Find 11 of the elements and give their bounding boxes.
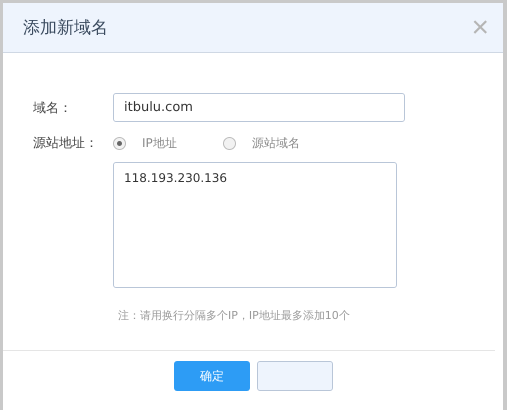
radio-option[interactable]: IP地址 [113, 134, 193, 152]
domain-input[interactable]: itbulu.com [113, 93, 405, 122]
radio-option[interactable]: 源站域名 [223, 134, 303, 152]
ip-textarea[interactable]: 118.193.230.136 [113, 162, 397, 288]
close-button[interactable]: × [467, 12, 493, 42]
cancel-button[interactable] [257, 361, 333, 391]
field-label: 源站地址： [33, 135, 99, 152]
hint-text: 注：请用换行分隔多个IP，IP地址最多添加10个 [118, 308, 351, 323]
confirm-button[interactable]: 确定 [174, 361, 250, 391]
dialog-title: 添加新域名 [23, 17, 108, 39]
field-label: 域名： [33, 100, 73, 116]
